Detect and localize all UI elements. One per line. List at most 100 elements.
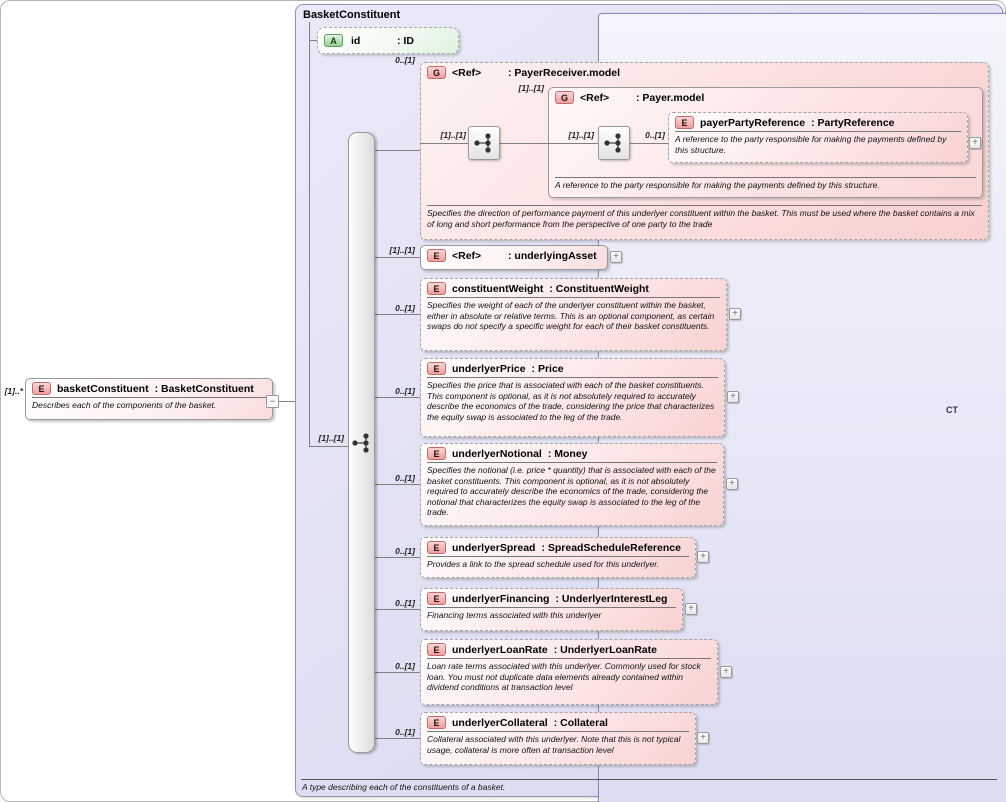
element-icon: E (427, 282, 446, 295)
connector-inner (420, 143, 468, 144)
connector-child (375, 672, 420, 673)
expand-button[interactable]: + (697, 732, 709, 744)
cardinality-label: [1]..[1] (561, 130, 594, 140)
element-annotation: Loan rate terms associated with this und… (427, 661, 711, 693)
sequence-group-bar[interactable] (348, 132, 375, 753)
group-name: <Ref> (580, 92, 630, 104)
group-icon: G (555, 91, 574, 104)
expand-button[interactable]: + (729, 308, 741, 320)
element-name: underlyerLoanRate (452, 644, 548, 656)
group-annotation: Specifies the direction of performance p… (427, 205, 982, 229)
attribute-icon: A (324, 34, 343, 47)
expand-button[interactable]: + (610, 251, 622, 263)
cardinality-label: 0..[1] (385, 473, 415, 483)
element-icon: E (427, 362, 446, 375)
group-name: <Ref> (452, 67, 502, 79)
element-underlyerspread[interactable]: E underlyerSpread : SpreadScheduleRefere… (420, 537, 696, 578)
element-type: : Collateral (554, 717, 608, 729)
element-annotation: Provides a link to the spread schedule u… (427, 559, 689, 570)
expand-button[interactable]: + (727, 391, 739, 403)
element-type: : BasketConstituent (155, 383, 254, 395)
cardinality-label: 0..[1] (385, 727, 415, 737)
element-name: underlyerSpread (452, 542, 535, 554)
cardinality-label: [1]..[1] (509, 83, 544, 93)
complex-type-title: BasketConstituent (303, 9, 400, 21)
element-annotation: Financing terms associated with this und… (427, 610, 676, 621)
attribute-type: : ID (397, 35, 414, 47)
element-underlyerfinancing[interactable]: E underlyerFinancing : UnderlyerInterest… (420, 588, 683, 631)
element-underlyerprice[interactable]: E underlyerPrice : Price Specifies the p… (420, 358, 725, 437)
element-annotation: Specifies the weight of each of the unde… (427, 300, 720, 332)
element-name: constituentWeight (452, 283, 543, 295)
element-name: underlyerNotional (452, 448, 542, 460)
element-annotation: Collateral associated with this underlye… (427, 734, 689, 755)
element-type: : SpreadScheduleReference (541, 542, 680, 554)
element-icon: E (427, 541, 446, 554)
connector-child (375, 314, 420, 315)
complex-type-header: CT BasketConstituent (303, 9, 400, 21)
element-type: : underlyingAsset (508, 250, 597, 262)
element-icon: E (427, 643, 446, 656)
cardinality-label: 0..[1] (382, 55, 415, 65)
connector-to-attribute (309, 40, 317, 41)
element-type: : Price (532, 363, 564, 375)
element-name: underlyerCollateral (452, 717, 548, 729)
cardinality-label: [1]..* (0, 386, 23, 396)
sequence-group-box[interactable] (598, 126, 630, 160)
element-underlyingasset[interactable]: E <Ref> : underlyingAsset (420, 245, 608, 270)
element-underlyerloanrate[interactable]: E underlyerLoanRate : UnderlyerLoanRate … (420, 639, 718, 705)
element-icon: E (427, 249, 446, 262)
expand-button[interactable]: + (720, 666, 732, 678)
attribute-id[interactable]: A id : ID (317, 27, 459, 54)
element-underlyercollateral[interactable]: E underlyerCollateral : Collateral Colla… (420, 712, 696, 765)
element-icon: E (427, 716, 446, 729)
expand-button[interactable]: + (685, 603, 697, 615)
element-payerpartyreference[interactable]: E payerPartyReference : PartyReference A… (668, 112, 968, 163)
element-icon: E (32, 382, 51, 395)
connector-child (375, 484, 420, 485)
sequence-icon (351, 431, 373, 455)
element-type: : PartyReference (811, 117, 894, 129)
element-constituentweight[interactable]: E constituentWeight : ConstituentWeight … (420, 278, 727, 351)
expand-button[interactable]: + (726, 478, 738, 490)
cardinality-label: [1]..[1] (433, 130, 466, 140)
expand-button[interactable]: + (697, 551, 709, 563)
expand-button[interactable]: + (969, 137, 981, 149)
attribute-name: id (351, 35, 389, 47)
schema-diagram: CT BasketConstituent A type describing e… (0, 0, 1006, 802)
connector-child (375, 609, 420, 610)
collapse-button[interactable]: − (266, 395, 279, 408)
connector-child (375, 150, 420, 151)
element-name: <Ref> (452, 250, 502, 262)
sequence-group-box[interactable] (468, 126, 500, 160)
group-icon: G (427, 66, 446, 79)
connector-trunk (309, 22, 310, 446)
complex-type-annotation: A type describing each of the constituen… (302, 782, 505, 792)
element-type: : UnderlyerInterestLeg (555, 593, 667, 605)
connector-child (375, 257, 420, 258)
connector-child (375, 738, 420, 739)
cardinality-label: 0..[1] (385, 598, 415, 608)
connector-root-to-type (279, 401, 295, 402)
connector-inner (548, 143, 598, 144)
group-annotation: A reference to the party responsible for… (555, 177, 976, 191)
element-name: basketConstituent (57, 383, 149, 395)
element-name: payerPartyReference (700, 117, 805, 129)
element-underlyernotional[interactable]: E underlyerNotional : Money Specifies th… (420, 443, 724, 526)
element-basketconstituent[interactable]: E basketConstituent : BasketConstituent … (25, 378, 273, 420)
cardinality-label: 0..[1] (638, 130, 665, 140)
element-annotation: Describes each of the components of the … (32, 400, 266, 411)
element-icon: E (675, 116, 694, 129)
group-type: : PayerReceiver.model (508, 67, 620, 79)
cardinality-label: 0..[1] (385, 303, 415, 313)
group-type: : Payer.model (636, 92, 704, 104)
element-type: : ConstituentWeight (549, 283, 649, 295)
element-annotation: Specifies the notional (i.e. price * qua… (427, 465, 717, 518)
element-type: : Money (548, 448, 588, 460)
connector-to-sequence (309, 446, 348, 447)
cardinality-label: 0..[1] (385, 661, 415, 671)
complex-type-footer-divider (301, 779, 997, 780)
sequence-icon (473, 131, 495, 155)
element-name: underlyerPrice (452, 363, 526, 375)
cardinality-label: 0..[1] (385, 546, 415, 556)
